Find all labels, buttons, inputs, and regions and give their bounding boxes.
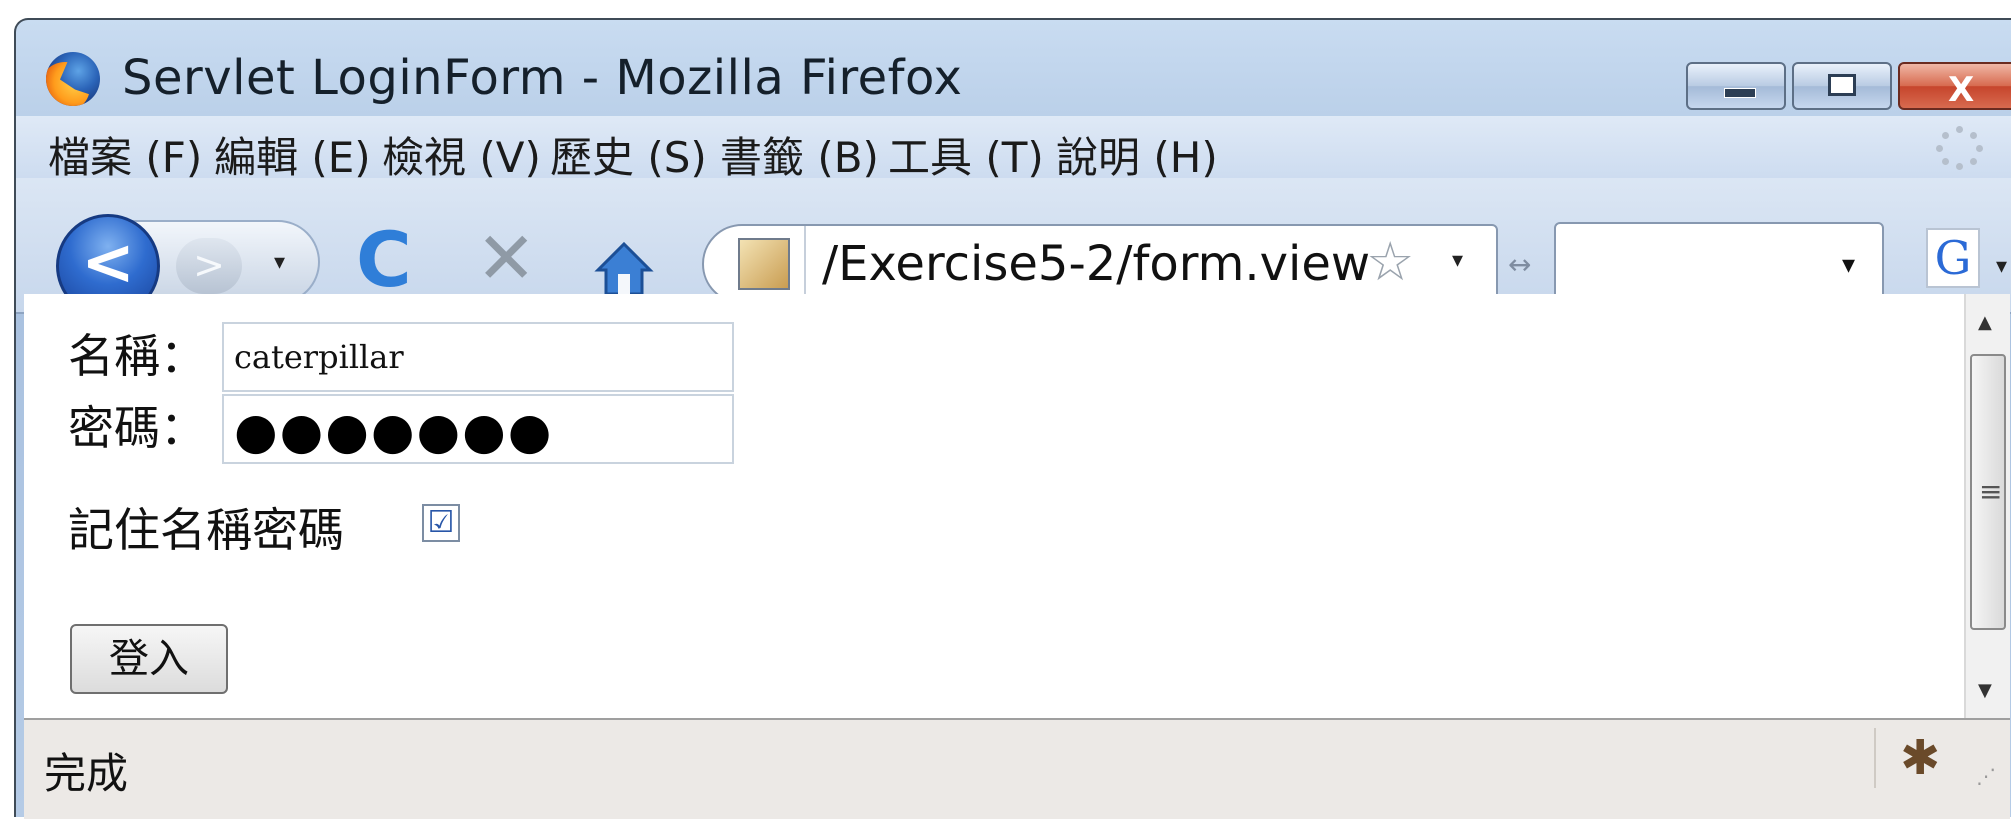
forward-button[interactable]: > [176,238,242,294]
search-engine-dropdown[interactable]: ▾ [1996,254,2007,279]
minimize-icon [1724,88,1756,98]
stop-button[interactable]: ✕ [476,222,536,294]
close-icon: X [1948,70,1975,110]
status-bar: 完成 ✱ ⋰ [24,718,2010,819]
site-identity-icon[interactable] [738,238,790,290]
home-icon [594,241,654,296]
menu-help[interactable]: 說明 (H) [1056,124,1218,185]
firebug-icon[interactable]: ✱ [1900,730,1940,786]
password-input[interactable]: ●●●●●●● [222,394,734,464]
minimize-button[interactable] [1686,62,1786,110]
google-icon[interactable]: G [1926,228,1980,288]
menu-file[interactable]: 檔案 (F) [48,124,202,185]
maximize-icon [1828,74,1856,96]
window-title: Servlet LoginForm - Mozilla Firefox [122,50,963,106]
scroll-down-arrow-icon[interactable]: ▼ [1978,680,1992,701]
reload-button[interactable]: C [356,222,412,298]
menu-bar: 檔案 (F) 編輯 (E) 檢視 (V) 歷史 (S) 書籤 (B) 工具 (T… [16,116,2011,182]
scroll-thumb[interactable]: ≡ [1970,354,2006,630]
password-label: 密碼： [68,401,206,455]
history-dropdown[interactable]: ▾ [274,250,285,275]
url-dropdown[interactable]: ▾ [1452,248,1463,273]
address-bar[interactable]: /Exercise5-2/form.view ☆ ▾ [702,224,1498,304]
scroll-up-arrow-icon[interactable]: ▲ [1978,312,1992,333]
home-button[interactable] [594,240,654,300]
firefox-logo-icon [46,52,100,106]
menu-history[interactable]: 歷史 (S) [550,124,707,185]
remember-checkbox[interactable]: ☑ [422,504,460,542]
menu-view[interactable]: 檢視 (V) [382,124,541,185]
resize-grip-icon[interactable]: ⋰ [1976,764,1996,788]
menu-edit[interactable]: 編輯 (E) [214,124,371,185]
title-bar: Servlet LoginForm - Mozilla Firefox X [16,20,2011,116]
scroll-grip-icon: ≡ [1979,475,2003,508]
toolbar-splitter[interactable]: ↔ [1508,248,1531,281]
star-icon[interactable]: ☆ [1366,230,1414,293]
page-content: 名稱： caterpillar 密碼： ●●●●●●● 記住名稱密碼 ☑ 登入 [24,294,1964,718]
vertical-scrollbar[interactable]: ▲ ≡ ▼ [1964,294,2010,718]
menu-bookmarks[interactable]: 書籤 (B) [720,124,879,185]
url-text[interactable]: /Exercise5-2/form.view [822,236,1370,292]
name-input[interactable]: caterpillar [222,322,734,392]
close-button[interactable]: X [1898,62,2011,110]
name-label: 名稱： [68,329,206,383]
throbber-icon [1936,126,1986,170]
login-button[interactable]: 登入 [70,624,228,694]
maximize-button[interactable] [1792,62,1892,110]
name-value[interactable]: caterpillar [234,338,404,376]
search-dropdown[interactable]: ▾ [1842,250,1855,280]
remember-label: 記住名稱密碼 [68,503,344,557]
password-value[interactable]: ●●●●●●● [234,402,553,460]
menu-tools[interactable]: 工具 (T) [888,124,1044,185]
status-text: 完成 [44,749,129,798]
